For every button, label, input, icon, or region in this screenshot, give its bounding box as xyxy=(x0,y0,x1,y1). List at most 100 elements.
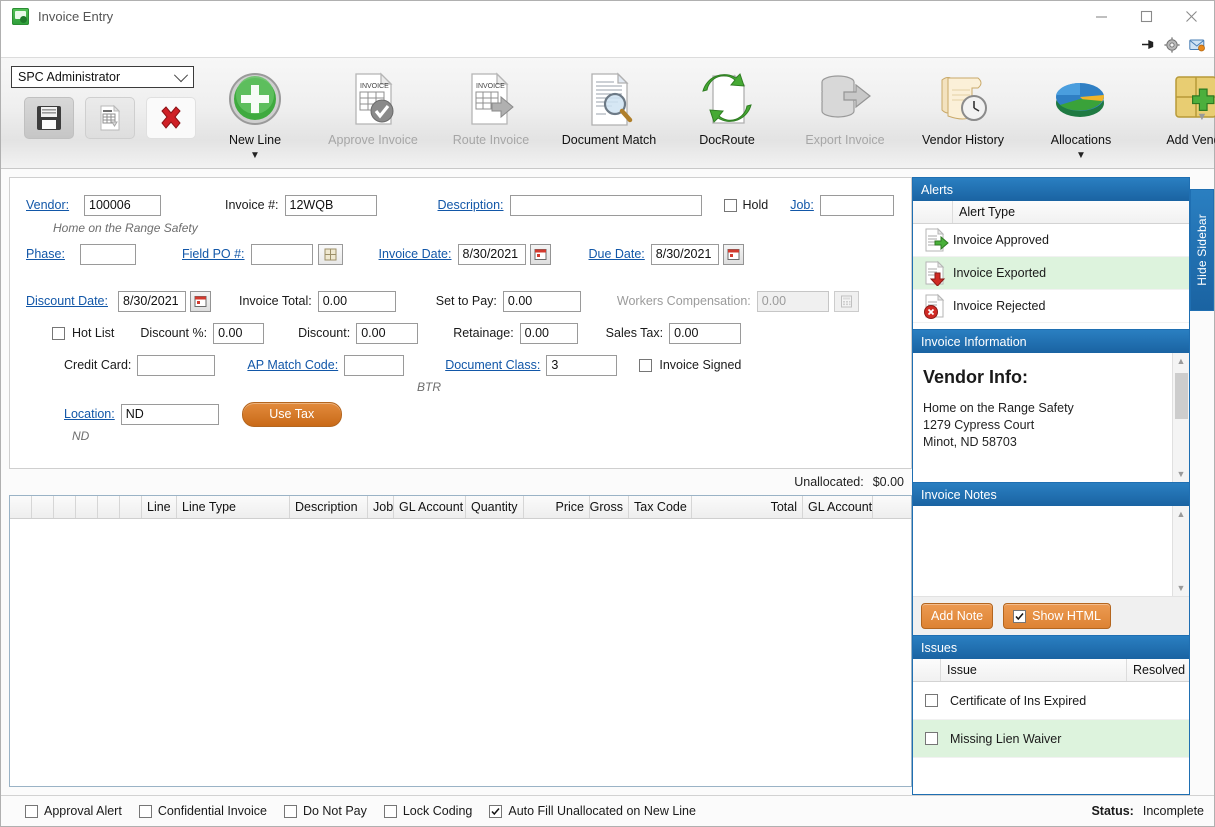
issue-resolved-checkbox[interactable] xyxy=(925,732,938,745)
calendar-icon[interactable] xyxy=(190,290,211,312)
grid-column-header[interactable] xyxy=(54,496,76,518)
ribbon-item-vendor-history[interactable]: Vendor History xyxy=(904,64,1022,147)
scroll-down-icon[interactable]: ▼ xyxy=(1194,98,1210,136)
location-label[interactable]: Location: xyxy=(64,407,115,421)
document-class-input[interactable]: 3 xyxy=(546,354,618,376)
discount-pct-input[interactable]: 0.00 xyxy=(213,322,265,344)
add-note-button[interactable]: Add Note xyxy=(921,603,994,629)
status-checkbox-item[interactable]: Lock Coding xyxy=(383,804,472,818)
description-label[interactable]: Description: xyxy=(438,198,504,212)
invoice-notes-body[interactable]: ▲ ▼ xyxy=(913,506,1189,596)
invoice-notes-scrollbar[interactable]: ▲ ▼ xyxy=(1172,506,1189,596)
alert-row[interactable]: Invoice Exported xyxy=(913,257,1189,290)
scroll-up-icon[interactable]: ▲ xyxy=(1177,356,1186,366)
invoice-date-input[interactable]: 8/30/2021 xyxy=(457,243,526,265)
grid-column-header[interactable]: Gross xyxy=(590,496,629,518)
ribbon-item-document-match[interactable]: Document Match xyxy=(550,64,668,147)
vendor-input[interactable]: 100006 xyxy=(84,194,161,216)
set-to-pay-input[interactable]: 0.00 xyxy=(502,290,581,312)
job-label[interactable]: Job: xyxy=(790,198,814,212)
field-po-label[interactable]: Field PO #: xyxy=(182,247,245,261)
invoice-signed-checkbox[interactable] xyxy=(639,358,653,372)
save-button[interactable] xyxy=(24,97,74,139)
use-tax-button[interactable]: Use Tax xyxy=(241,401,342,427)
gear-icon[interactable] xyxy=(1163,36,1181,54)
document-class-label[interactable]: Document Class: xyxy=(445,358,540,372)
grid-column-header[interactable]: Total xyxy=(692,496,803,518)
scroll-down-icon[interactable]: ▼ xyxy=(1177,583,1186,593)
scrollbar-thumb[interactable] xyxy=(1175,373,1188,419)
caret-down-icon[interactable]: ▼ xyxy=(250,151,260,161)
grid-column-header[interactable]: Job xyxy=(368,496,394,518)
grid-column-header[interactable]: GL Account xyxy=(803,496,873,518)
grid-column-header[interactable] xyxy=(120,496,142,518)
minimize-button[interactable] xyxy=(1079,1,1124,32)
grid-body[interactable] xyxy=(10,519,911,786)
ribbon-item-approve-invoice[interactable]: INVOICE Approve Invoice xyxy=(314,64,432,147)
status-checkbox[interactable] xyxy=(489,804,503,818)
retainage-input[interactable]: 0.00 xyxy=(519,322,578,344)
ribbon-item-allocations[interactable]: Allocations ▼ xyxy=(1022,64,1140,161)
issue-row[interactable]: Certificate of Ins Expired xyxy=(913,682,1189,720)
status-checkbox-item[interactable]: Auto Fill Unallocated on New Line xyxy=(489,804,696,818)
issue-resolved-checkbox[interactable] xyxy=(925,694,938,707)
close-button[interactable] xyxy=(1169,1,1214,32)
calendar-icon[interactable] xyxy=(722,243,744,265)
invoice-lines-grid[interactable]: Line Line Type Description Job GL Account Qua… xyxy=(9,495,912,787)
ribbon-item-export-invoice[interactable]: Export Invoice xyxy=(786,64,904,147)
caret-down-icon[interactable]: ▼ xyxy=(1076,151,1086,161)
alert-row[interactable]: Invoice Approved xyxy=(913,224,1189,257)
due-date-input[interactable]: 8/30/2021 xyxy=(650,243,719,265)
phase-label[interactable]: Phase: xyxy=(26,247,78,261)
user-select[interactable]: SPC Administrator xyxy=(11,66,194,88)
hot-list-checkbox[interactable] xyxy=(52,326,65,340)
field-po-input[interactable] xyxy=(250,243,313,265)
description-input[interactable] xyxy=(509,194,702,216)
grid-column-header[interactable]: Quantity xyxy=(466,496,524,518)
show-html-checkbox[interactable] xyxy=(1013,609,1027,623)
ribbon-item-new-line[interactable]: New Line ▼ xyxy=(196,64,314,161)
grid-column-header[interactable] xyxy=(10,496,32,518)
discount-date-input[interactable]: 8/30/2021 xyxy=(118,290,186,312)
ap-match-code-label[interactable]: AP Match Code: xyxy=(247,358,338,372)
due-date-label[interactable]: Due Date: xyxy=(589,247,645,261)
grid-column-header[interactable]: GL Account xyxy=(394,496,466,518)
ribbon-item-docroute[interactable]: DocRoute xyxy=(668,64,786,147)
job-input[interactable] xyxy=(819,194,894,216)
pin-icon[interactable] xyxy=(1138,36,1156,54)
invoice-total-input[interactable]: 0.00 xyxy=(317,290,396,312)
credit-card-input[interactable] xyxy=(137,354,216,376)
status-checkbox-item[interactable]: Confidential Invoice xyxy=(138,804,267,818)
discount-input[interactable]: 0.00 xyxy=(356,322,419,344)
hide-sidebar-button[interactable]: Hide Sidebar xyxy=(1190,189,1214,311)
alert-row[interactable]: Invoice Rejected xyxy=(913,290,1189,323)
status-checkbox[interactable] xyxy=(383,804,397,818)
grid-column-header[interactable]: Line Type xyxy=(177,496,290,518)
status-checkbox[interactable] xyxy=(25,804,38,818)
grid-column-header[interactable] xyxy=(76,496,98,518)
sales-tax-input[interactable]: 0.00 xyxy=(669,322,742,344)
status-checkbox-item[interactable]: Approval Alert xyxy=(25,804,122,818)
status-checkbox[interactable] xyxy=(138,804,152,818)
scroll-down-icon[interactable]: ▼ xyxy=(1177,469,1186,479)
discount-date-label[interactable]: Discount Date: xyxy=(26,294,114,308)
scroll-up-icon[interactable]: ▲ xyxy=(1177,509,1186,519)
grid-column-header[interactable]: Tax Code xyxy=(629,496,692,518)
grid-column-header[interactable] xyxy=(32,496,54,518)
location-input[interactable]: ND xyxy=(120,403,219,425)
issue-row[interactable]: Missing Lien Waiver xyxy=(913,720,1189,758)
grid-column-header[interactable]: Description xyxy=(290,496,368,518)
grid-column-header[interactable] xyxy=(98,496,120,518)
invoice-number-input[interactable]: 12WQB xyxy=(284,194,377,216)
invoice-information-scrollbar[interactable]: ▲ ▼ xyxy=(1172,353,1189,482)
status-checkbox-item[interactable]: Do Not Pay xyxy=(283,804,367,818)
grid-column-header[interactable]: Price xyxy=(524,496,590,518)
hold-checkbox[interactable] xyxy=(723,198,737,212)
ap-match-code-input[interactable] xyxy=(344,354,405,376)
cube-lookup-icon[interactable] xyxy=(317,243,343,265)
phase-input[interactable] xyxy=(80,243,136,265)
calendar-icon[interactable] xyxy=(529,243,551,265)
show-html-button[interactable]: Show HTML xyxy=(1003,603,1111,629)
invoice-date-label[interactable]: Invoice Date: xyxy=(379,247,452,261)
mail-icon[interactable] xyxy=(1188,36,1206,54)
